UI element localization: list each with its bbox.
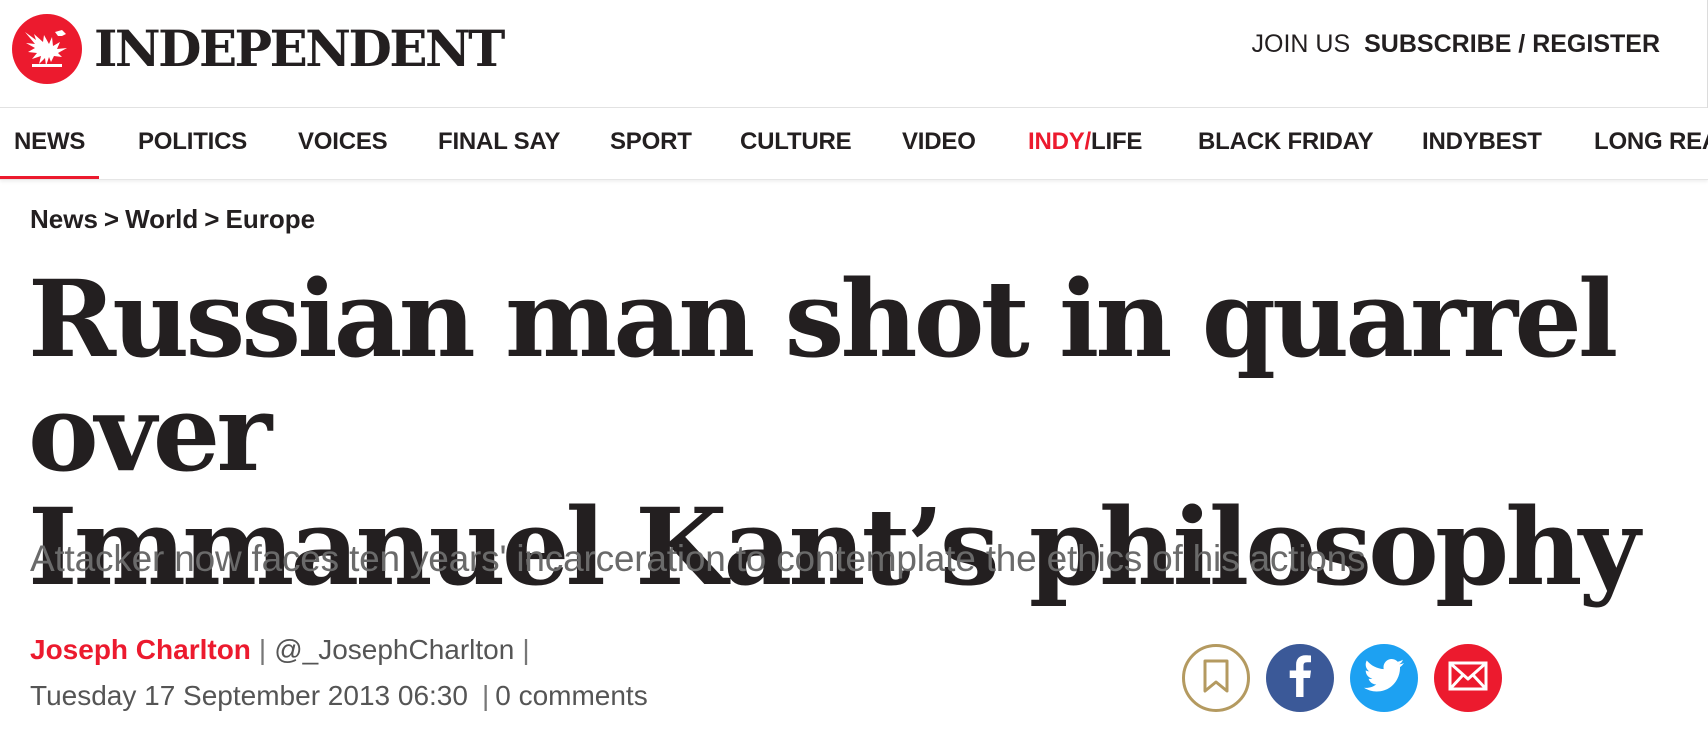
- author-twitter-handle[interactable]: @_JosephCharlton: [274, 634, 514, 665]
- byline: Joseph Charlton | @_JosephCharlton |: [30, 634, 538, 666]
- article-standfirst: Attacker now faces ten years' incarcerat…: [30, 538, 1366, 579]
- byline-divider: |: [258, 634, 267, 665]
- publish-date: Tuesday 17 September 2013 06:30: [30, 680, 468, 711]
- breadcrumb-europe[interactable]: Europe: [225, 204, 315, 234]
- twitter-icon: [1364, 658, 1404, 698]
- nav-item-indy-life[interactable]: INDY/LIFE: [1028, 108, 1143, 179]
- email-share-button[interactable]: [1434, 644, 1502, 712]
- breadcrumb-news[interactable]: News: [30, 204, 98, 234]
- account-links: JOIN US SUBSCRIBE / REGISTER: [1252, 30, 1661, 59]
- main-nav: NEWS POLITICS VOICES FINAL SAY SPORT CUL…: [0, 108, 1708, 180]
- nav-item-final-say[interactable]: FINAL SAY: [438, 108, 560, 179]
- breadcrumb-separator: >: [204, 204, 220, 234]
- headline-line-1: Russian man shot in quarrel over: [28, 256, 1618, 495]
- share-buttons: [1182, 644, 1502, 712]
- breadcrumb-separator: >: [103, 204, 120, 234]
- nav-item-politics[interactable]: POLITICS: [138, 108, 247, 179]
- site-header: INDEPENDENT JOIN US SUBSCRIBE / REGISTER: [0, 0, 1708, 108]
- join-us-link[interactable]: JOIN US: [1252, 30, 1351, 59]
- breadcrumb-world[interactable]: World: [125, 204, 198, 234]
- dateline-divider: |: [481, 680, 490, 711]
- nav-item-indy-label: INDY/: [1028, 128, 1092, 155]
- breadcrumb: News > World > Europe: [30, 204, 315, 235]
- subscribe-register-link[interactable]: SUBSCRIBE / REGISTER: [1364, 30, 1660, 59]
- email-icon: [1448, 661, 1488, 696]
- twitter-share-button[interactable]: [1350, 644, 1418, 712]
- nav-item-black-friday[interactable]: BLACK FRIDAY: [1198, 108, 1374, 179]
- nav-item-life-label: LIFE: [1091, 128, 1143, 155]
- bookmark-icon: [1203, 659, 1229, 698]
- nav-item-culture[interactable]: CULTURE: [740, 108, 852, 179]
- facebook-icon: [1288, 654, 1312, 702]
- nav-item-sport[interactable]: SPORT: [610, 108, 692, 179]
- nav-item-video[interactable]: VIDEO: [902, 108, 976, 179]
- dateline: Tuesday 17 September 2013 06:30 | 0 commen…: [30, 680, 648, 712]
- byline-divider: |: [522, 634, 530, 665]
- site-logo-text: INDEPENDENT: [94, 19, 505, 78]
- nav-item-long-reads[interactable]: LONG READS: [1594, 108, 1708, 179]
- bookmark-button[interactable]: [1182, 644, 1250, 712]
- eagle-icon: [12, 14, 82, 84]
- nav-item-voices[interactable]: VOICES: [298, 108, 388, 179]
- nav-item-news[interactable]: NEWS: [0, 108, 100, 179]
- nav-item-indybest[interactable]: INDYBEST: [1422, 108, 1542, 179]
- site-logo[interactable]: INDEPENDENT: [12, 14, 505, 84]
- facebook-share-button[interactable]: [1266, 644, 1334, 712]
- author-link[interactable]: Joseph Charlton: [30, 634, 251, 665]
- comments-link[interactable]: 0 comments: [495, 680, 648, 711]
